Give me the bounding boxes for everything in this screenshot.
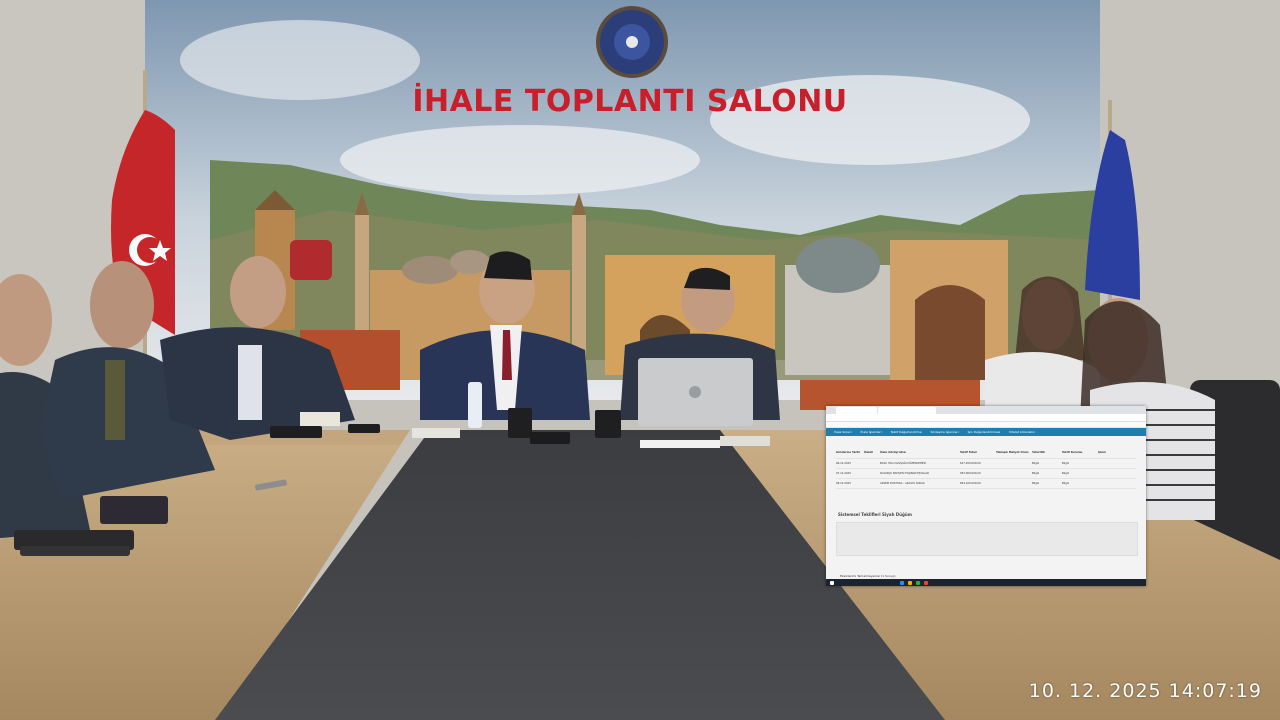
table-header-row: Gönderme Tarihi İhaleli İhale Adı/Ayrınt… [836, 446, 1136, 459]
table-cell: BOLU YOLU KAVŞAĞI DÜZENLEMESİ [880, 462, 926, 465]
column-header: Yaklaşık Maliyet Oranı [996, 450, 1029, 454]
nav-item[interactable]: İhale İşlemleri [861, 430, 882, 434]
table-cell: SOLUKÇU BAHÇESİ TAŞINAN EŞYALAR [880, 472, 929, 475]
nav-item[interactable]: İhtalat Adrenalini [1009, 430, 1035, 434]
table-cell: Bilgili [1062, 462, 1070, 465]
browser-tab-strip [826, 406, 1146, 414]
address-bar[interactable] [826, 414, 1146, 422]
table-cell: 824.100.000,00 [960, 482, 981, 485]
column-header: İhale Adı/Ayrıntısı [880, 450, 906, 454]
browser-tab-active[interactable] [878, 407, 936, 414]
table-row[interactable]: 07.12.2025 SOLUKÇU BAHÇESİ TAŞINAN EŞYAL… [836, 469, 1136, 479]
nav-item[interactable]: İhale Süreci [834, 430, 852, 434]
browser-tab[interactable] [836, 407, 877, 414]
column-header: Gönderme Tarihi [836, 450, 861, 454]
summary-panel [836, 522, 1138, 556]
column-header: İhaleli [864, 450, 873, 454]
table-cell: Bilgili [1032, 462, 1040, 465]
nav-item[interactable]: Teklif Değerlendirme [891, 430, 922, 434]
screen-share-overlay: İhale Süreci İhale İşlemleri Teklif Değe… [826, 406, 1146, 586]
table-row[interactable]: 06.12.2025 BOLU YOLU KAVŞAĞI DÜZENLEMESİ… [836, 459, 1136, 469]
table-cell: 07.12.2025 [836, 472, 851, 475]
column-header: İşlem [1098, 450, 1106, 454]
nav-item[interactable]: İşin Değerlendirilmesi [968, 430, 1001, 434]
taskbar-app-icon[interactable] [900, 581, 904, 585]
table-cell: Bilgili [1032, 472, 1040, 475]
windows-taskbar [826, 579, 1146, 586]
bids-table: Gönderme Tarihi İhaleli İhale Adı/Ayrınt… [836, 446, 1136, 489]
table-cell: AKSEM DOSTUKA - AKASYA SOKAK [880, 482, 925, 485]
column-header: Teklif Durumu [1062, 450, 1083, 454]
table-cell: 08.12.2025 [836, 482, 851, 485]
table-cell: 627.200.000,00 [960, 462, 981, 465]
table-cell: Bilgili [1062, 472, 1070, 475]
column-header: Teklif Tutarı [960, 450, 978, 454]
table-cell: 953.000.000,00 [960, 472, 981, 475]
table-cell: Bilgili [1032, 482, 1040, 485]
section-title: Sistemsel Teklifleri Siyah Düğüm [838, 512, 912, 517]
results-label: Eksiklerimi Tamamlayanlar (1 Sonuç) [840, 574, 896, 578]
taskbar-app-icon[interactable] [916, 581, 920, 585]
site-nav-bar: İhale Süreci İhale İşlemleri Teklif Değe… [826, 428, 1146, 436]
column-header: Yeterlilik [1032, 450, 1045, 454]
taskbar-app-icon[interactable] [924, 581, 928, 585]
hall-title: İHALE TOPLANTI SALONU [412, 84, 848, 119]
table-cell: 06.12.2025 [836, 462, 851, 465]
table-cell: Bilgili [1062, 482, 1070, 485]
taskbar-app-icon[interactable] [908, 581, 912, 585]
start-icon[interactable] [830, 581, 834, 585]
nav-item[interactable]: Sözleşme İşlemleri [931, 430, 959, 434]
video-timestamp: 10. 12. 2025 14:07:19 [1028, 680, 1262, 702]
table-row[interactable]: 08.12.2025 AKSEM DOSTUKA - AKASYA SOKAK … [836, 479, 1136, 489]
